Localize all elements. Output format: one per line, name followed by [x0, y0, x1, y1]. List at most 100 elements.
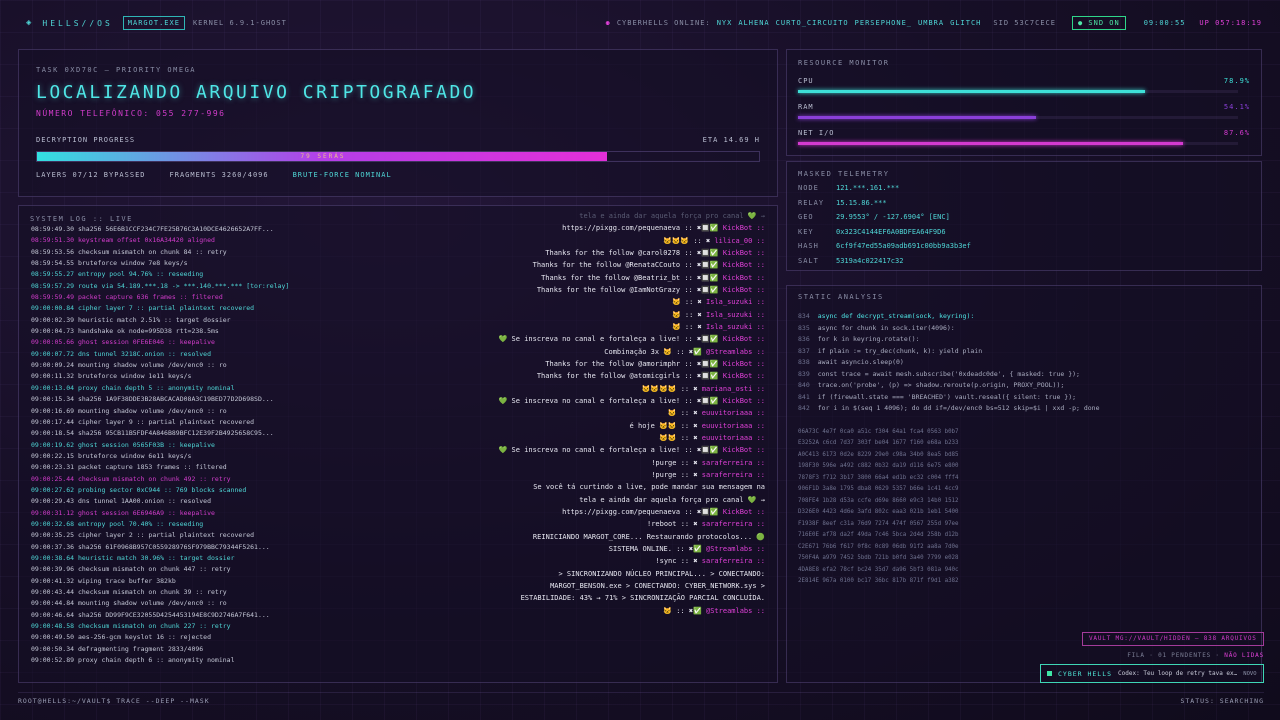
code-text: await asyncio.sleep(0) [817, 358, 904, 366]
chat-username[interactable]: lilica_00 :: [710, 237, 765, 245]
chat-username[interactable]: KickBot :: [719, 335, 765, 343]
chat-message: https://pixgg.com/pequenaeva :: ✖🔲✅ Kick… [355, 506, 765, 518]
online-user[interactable]: ALHENA [738, 19, 769, 27]
chat-message: !purge :: ✖ saraferreira :: [355, 469, 765, 481]
chat-message: é hoje 🐱🐱 :: ✖ euuvitoriaaa :: [355, 420, 765, 432]
chat-username[interactable]: KickBot :: [719, 224, 765, 232]
chat-username[interactable]: KickBot :: [719, 261, 765, 269]
line-number: 839 [798, 369, 810, 378]
chat-message: !sync :: ✖ saraferreira :: [355, 555, 765, 567]
code-line: 834 async def decrypt_stream(sock, keyrin… [798, 311, 1250, 323]
chat-username[interactable]: KickBot :: [719, 508, 765, 516]
chat-username[interactable]: saraferreira :: [698, 557, 765, 565]
sound-toggle[interactable]: ● SND ON [1071, 16, 1126, 30]
hex-dump: 06A73C 4e7f 0ca0 a51c f304 64a1 fca4 056… [798, 427, 1250, 588]
code-text: if (firewall.state === 'BREACHED') vault… [817, 392, 1077, 401]
telemetry-value: 0x323C4144EF6A0BDFEA64F9D6 [836, 227, 946, 236]
host-badge[interactable]: MARGOT.EXE [122, 16, 185, 30]
code-text: async for chunk in sock.iter(4096): [817, 323, 955, 332]
log-line: 08:59:59.49 packet capture 636 frames ::… [31, 293, 223, 302]
chat-username[interactable]: Isla_suzuki :: [702, 298, 765, 306]
log-line: 09:00:25.44 checksum mismatch on chunk 4… [31, 474, 231, 483]
mode-stat: BRUTE-FORCE NOMINAL [292, 171, 392, 179]
log-line: 08:59:53.56 checksum mismatch on chunk 8… [31, 247, 227, 256]
chat-username[interactable]: KickBot :: [719, 249, 765, 257]
chat-message: !purge :: ✖ saraferreira :: [355, 457, 765, 469]
online-user[interactable]: PERSEPHONE_ [855, 19, 912, 27]
code-line: 839 const trace = await mesh.subscribe('0… [798, 369, 1250, 381]
progress-label: DECRYPTION PROGRESS [36, 136, 136, 144]
chat-username[interactable]: euuvitoriaaa :: [698, 422, 765, 430]
chat-text: 🐱 :: ✖✅ [663, 606, 702, 615]
telemetry-key: SALT [798, 256, 819, 265]
system-log-panel[interactable]: SYSTEM LOG :: LIVE 08:59:49.30 sha256 56… [18, 205, 778, 683]
metric-name: CPU [798, 77, 814, 85]
vault-badge[interactable]: VAULT MG://VAULT/HIDDEN — 838 ARQUIVOS [1082, 632, 1264, 646]
brand-title: HELLS//OS [42, 18, 113, 28]
metric-fill [798, 142, 1184, 145]
chat-username[interactable]: saraferreira :: [698, 471, 765, 479]
chat-username[interactable]: KickBot :: [719, 360, 765, 368]
chat-username[interactable]: Isla_suzuki :: [702, 311, 765, 319]
chat-message: > SINCRONIZANDO NÚCLEO PRINCIPAL... > CO… [355, 568, 765, 580]
task-id: TASK 0XD70C — PRIORITY OMEGA [36, 66, 197, 74]
line-number: 836 [798, 335, 810, 343]
hex-row: 906F1D 3a8e 1795 dba8 0629 5357 b66e 1c4… [798, 486, 959, 492]
metric-bar [798, 142, 1238, 145]
chat-message: 🐱 :: ✖ Isla_suzuki :: [355, 321, 765, 333]
log-line: 09:00:35.25 cipher layer 2 :: partial pl… [31, 531, 255, 540]
chat-username[interactable]: KickBot :: [719, 397, 765, 405]
queue-status: FILA · 01 PENDENTES · NÃO LIDAS [1124, 652, 1264, 659]
telemetry-value: 121.***.161.*** [836, 184, 900, 192]
hex-row: 198F30 596e a492 c882 0b32 da19 d116 6e7… [798, 463, 959, 469]
chat-username[interactable]: @Streamlabs :: [702, 545, 765, 553]
chat-message: 🐱 :: ✖ Isla_suzuki :: [355, 296, 765, 308]
chat-username[interactable]: @Streamlabs :: [702, 348, 765, 356]
online-user[interactable]: GLITCH [950, 19, 981, 27]
chat-username[interactable]: saraferreira :: [698, 459, 765, 467]
chat-message: https://pixgg.com/pequenaeva :: ✖🔲✅ Kick… [355, 222, 765, 234]
code-listing: 834 async def decrypt_stream(sock, keyrin… [798, 311, 1250, 415]
telemetry-value: 6cf9f47ed55a09adb691c00bb9a3b3ef [836, 242, 971, 250]
chat-username[interactable]: euuvitoriaaa :: [698, 434, 765, 442]
online-user[interactable]: UMBRA [918, 19, 944, 27]
chat-text: !reboot :: ✖ [646, 520, 698, 529]
notification-sender: CYBER HELLS [1058, 669, 1113, 678]
chat-username[interactable]: KickBot :: [719, 286, 765, 294]
telemetry-row: RELAY 15.15.86.*** [798, 199, 1250, 208]
hex-row: 06A73C 4e7f 0ca0 a51c f304 64a1 fca4 056… [798, 428, 959, 435]
chat-username[interactable]: euuvitoriaaa :: [698, 409, 765, 417]
chat-username[interactable]: saraferreira :: [698, 520, 765, 528]
chat-username[interactable]: KickBot :: [719, 446, 765, 454]
hex-logo-icon: ◈ [26, 18, 33, 28]
line-number: 834 [798, 312, 810, 320]
hex-row: 7878F3 f712 3b17 3800 66a4 ed1b ec32 c00… [798, 474, 959, 481]
metric-value: 78.9% [1223, 77, 1250, 85]
terminal-prompt[interactable]: ROOT@HELLS:~/VAULT$ TRACE --DEEP --MASK [18, 697, 210, 705]
telemetry-title: MASKED TELEMETRY [798, 170, 890, 178]
chat-username[interactable]: Isla_suzuki :: [702, 323, 765, 331]
static-analysis-panel[interactable]: STATIC ANALYSIS 834 async def decrypt_str… [786, 285, 1262, 683]
chat-username[interactable]: KickBot :: [719, 372, 765, 380]
top-bar: ◈ HELLS//OS MARGOT.EXE KERNEL 6.9.1-GHOS… [0, 0, 1280, 46]
chat-message: Se você tá curtindo a live, pode mandar … [355, 481, 765, 493]
online-user[interactable]: CURTO_CIRCUITO [776, 19, 849, 27]
chat-text: Thanks for the follow @RenataCCouto :: ✖… [532, 261, 719, 270]
log-line: 09:00:46.64 sha256 DD99F9CE32055D4254453… [31, 610, 270, 619]
chat-username[interactable]: KickBot :: [719, 274, 765, 282]
log-line: 09:00:50.34 defragmenting fragment 2833/… [31, 644, 204, 653]
hex-row: A0C413 6173 0d2e 8229 29e0 c98a 34b0 8ea… [798, 451, 959, 458]
notification-toast[interactable]: CYBER HELLS Codex: Teu loop de retry tav… [1040, 664, 1264, 683]
log-line: 08:59:51.30 keystream offset 0x16A34420 … [31, 236, 215, 245]
decryption-progress-bar: 79 SERÁS [36, 151, 760, 162]
chat-message: Thanks for the follow @RenataCCouto :: ✖… [355, 259, 765, 271]
chat-message: tela e ainda dar aquela força pro canal … [355, 494, 765, 506]
chat-username[interactable]: mariana_osti :: [698, 385, 765, 393]
chat-username[interactable]: @Streamlabs :: [702, 607, 765, 615]
chat-text: REINICIANDO MARGOT_CORE... Restaurando p… [532, 532, 765, 541]
chat-message: 💚 Se inscreva no canal e fortaleça a liv… [355, 444, 765, 456]
code-line: 840 trace.on('probe', (p) => shadow.rerou… [798, 380, 1250, 392]
telemetry-row: HASH 6cf9f47ed55a09adb691c00bb9a3b3ef [798, 242, 1250, 251]
metric-bar [798, 90, 1238, 93]
online-user[interactable]: NYX [717, 19, 733, 27]
